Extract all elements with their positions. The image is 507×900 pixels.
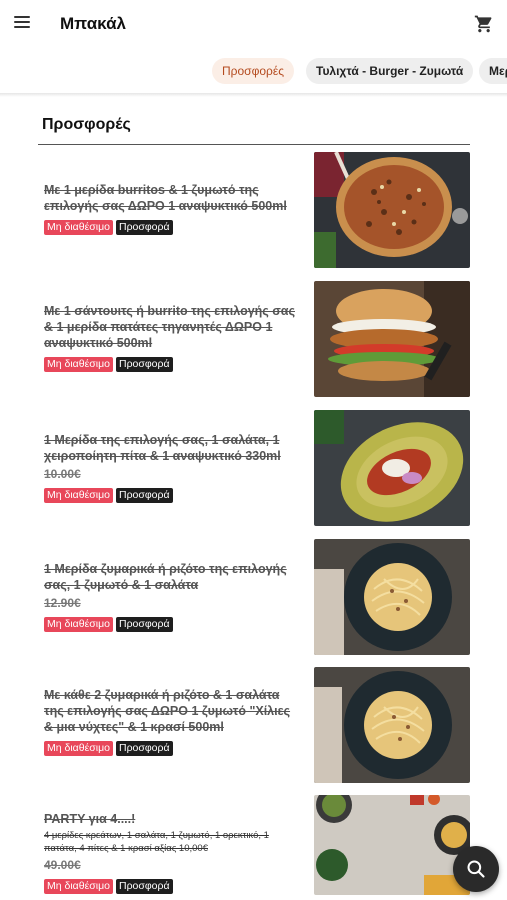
pasta-image [314,539,470,655]
shopping-cart-icon[interactable] [474,14,494,34]
tab-offers[interactable]: Προσφορές [212,58,294,84]
offer-badge: Προσφορά [115,617,173,632]
unavailable-badge: Μη διαθέσιμο [44,879,113,894]
section-divider [38,144,470,145]
menu-item-badges: Μη διαθέσιμο Προσφορά [44,738,302,756]
header-divider [0,93,507,97]
offer-badge: Προσφορά [115,357,173,372]
menu-item[interactable]: Με 1 σάντουιτς ή burrito της επιλογής σα… [38,281,470,399]
hamburger-menu-icon[interactable] [14,14,34,34]
menu-item[interactable]: 1 Μερίδα της επιλογής σας, 1 σαλάτα, 1 χ… [38,410,470,528]
menu-item-text: Με 1 μερίδα burritos & 1 ζυμωτό της επιλ… [44,182,302,235]
offer-badge: Προσφορά [115,741,173,756]
pasta-image-2 [314,667,470,783]
search-button[interactable] [453,846,499,892]
menu-item-name: 1 Μερίδα ζυμαρικά ή ριζότο της επιλογής … [44,562,287,592]
party-spread-image [314,795,470,895]
offer-badge: Προσφορά [115,488,173,503]
menu-item-price: 10.00€ [44,467,81,481]
menu-item-badges: Μη διαθέσιμο Προσφορά [44,876,302,894]
salad-plate-image [314,410,470,526]
menu-item[interactable]: Με κάθε 2 ζυμαρικά ή ριζότο & 1 σαλάτα τ… [38,667,470,785]
page-title: Μπακάλ [60,14,126,33]
app-header: Μπακάλ [0,0,507,50]
unavailable-badge: Μη διαθέσιμο [44,220,113,235]
menu-item[interactable]: Με 1 μερίδα burritos & 1 ζυμωτό της επιλ… [38,152,470,270]
menu-item-name: PARTY για 4....! [44,812,136,826]
menu-item-text: PARTY για 4....! 4 μερίδες κρεάτων, 1 σα… [44,811,302,894]
pizza-image [314,152,470,268]
menu-item-price: 12.90€ [44,596,81,610]
category-tabs: Προσφορές Τυλιχτά - Burger - Ζυμωτά Μερ [0,52,507,92]
menu-item-badges: Μη διαθέσιμο Προσφορά [44,354,302,372]
offer-badge: Προσφορά [115,220,173,235]
section-title: Προσφορές [42,116,131,133]
menu-item-name: Με 1 μερίδα burritos & 1 ζυμωτό της επιλ… [44,183,287,213]
unavailable-badge: Μη διαθέσιμο [44,357,113,372]
burger-image [314,281,470,397]
unavailable-badge: Μη διαθέσιμο [44,617,113,632]
menu-item-name: Με κάθε 2 ζυμαρικά ή ριζότο & 1 σαλάτα τ… [44,688,291,734]
menu-item-name: 1 Μερίδα της επιλογής σας, 1 σαλάτα, 1 χ… [44,433,281,463]
tab-wraps-burgers[interactable]: Τυλιχτά - Burger - Ζυμωτά [306,58,474,84]
menu-item-text: 1 Μερίδα της επιλογής σας, 1 σαλάτα, 1 χ… [44,432,302,503]
menu-item-badges: Μη διαθέσιμο Προσφορά [44,485,302,503]
menu-item-name: Με 1 σάντουιτς ή burrito της επιλογής σα… [44,304,295,350]
offer-badge: Προσφορά [115,879,173,894]
unavailable-badge: Μη διαθέσιμο [44,488,113,503]
tab-more[interactable]: Μερ [479,58,507,84]
menu-item-badges: Μη διαθέσιμο Προσφορά [44,614,302,632]
search-icon [467,860,485,878]
menu-item-badges: Μη διαθέσιμο Προσφορά [44,217,302,235]
menu-item-text: Με 1 σάντουιτς ή burrito της επιλογής σα… [44,303,302,372]
menu-item[interactable]: PARTY για 4....! 4 μερίδες κρεάτων, 1 σα… [38,795,470,900]
menu-item[interactable]: 1 Μερίδα ζυμαρικά ή ριζότο της επιλογής … [38,539,470,657]
menu-item-text: Με κάθε 2 ζυμαρικά ή ριζότο & 1 σαλάτα τ… [44,687,302,756]
menu-item-text: 1 Μερίδα ζυμαρικά ή ριζότο της επιλογής … [44,561,302,632]
unavailable-badge: Μη διαθέσιμο [44,741,113,756]
menu-item-description: 4 μερίδες κρεάτων, 1 σαλάτα, 1 ζυμωτό, 1… [44,830,269,854]
menu-item-price: 49.00€ [44,858,81,872]
